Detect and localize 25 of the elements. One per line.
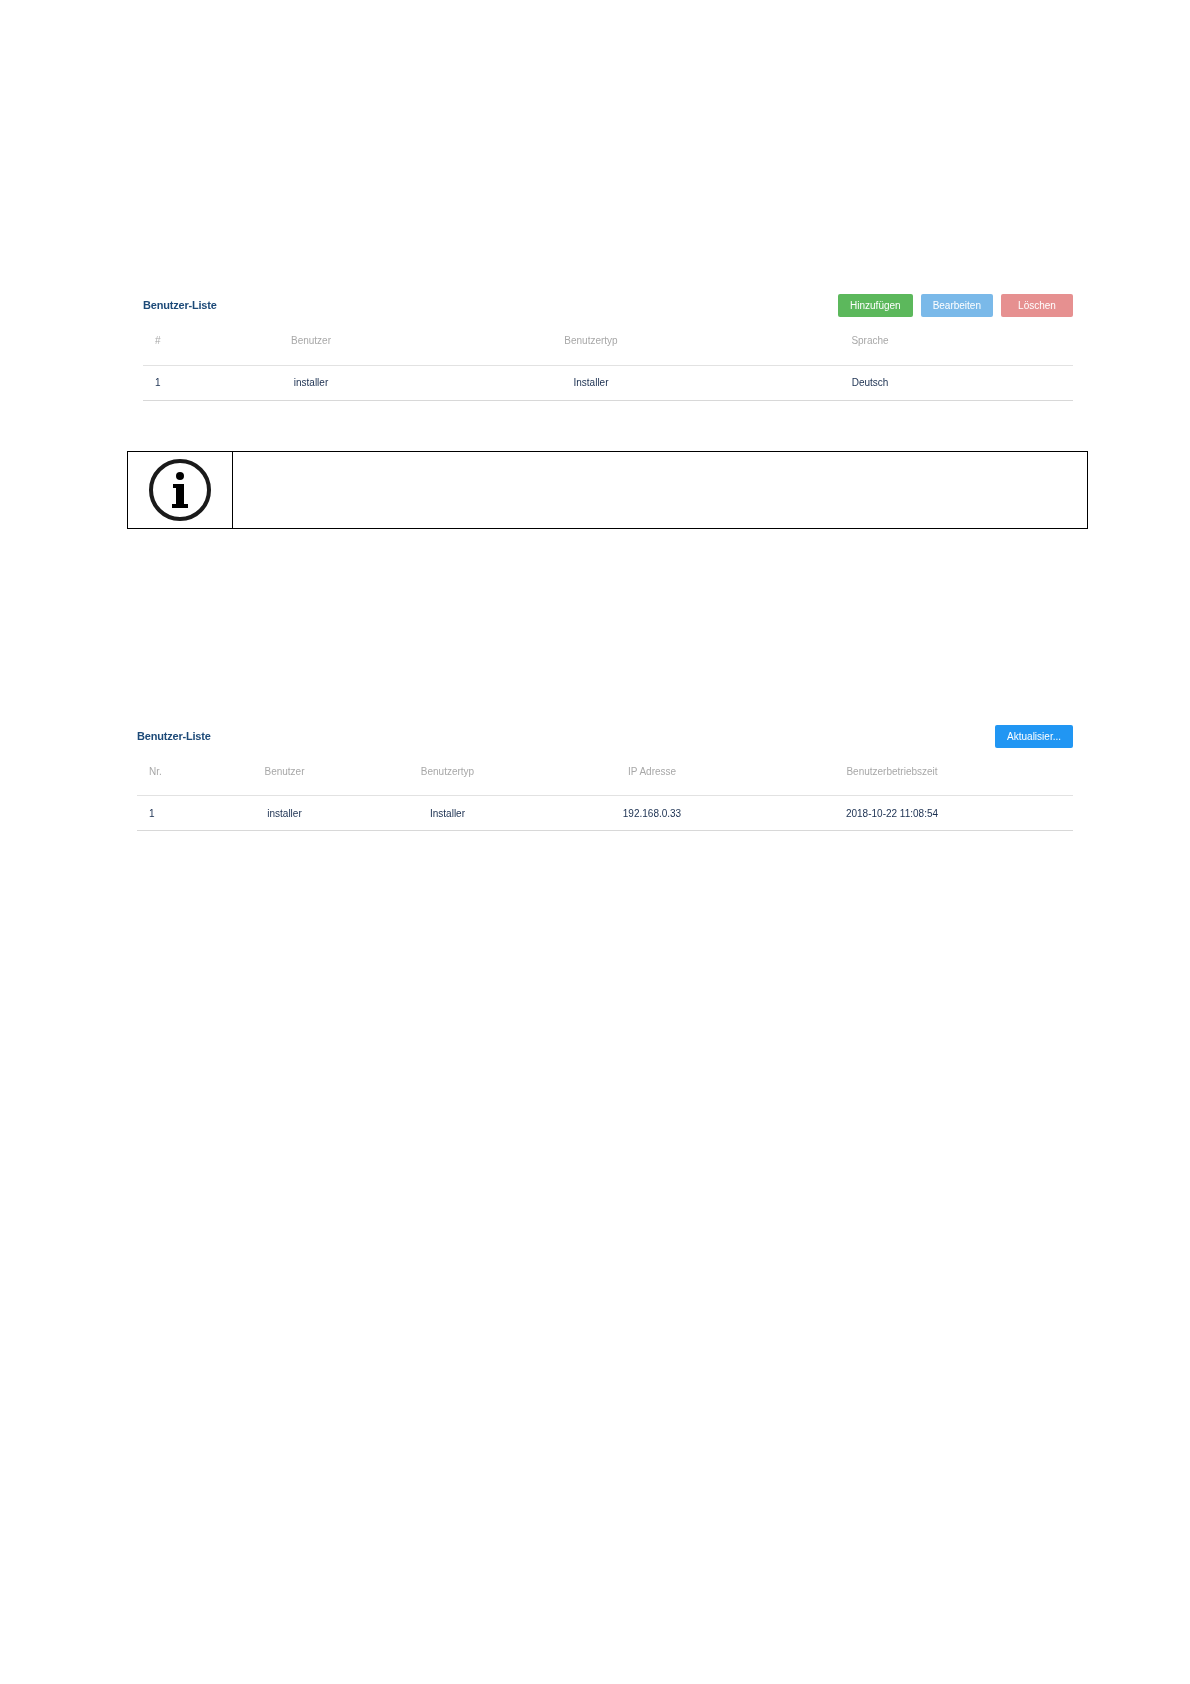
column-header: #	[143, 317, 250, 365]
table-cell: 1	[137, 795, 215, 831]
table-cell: Installer	[354, 795, 541, 831]
column-header: Benutzertyp	[372, 317, 810, 365]
table-cell: 192.168.0.33	[541, 795, 763, 831]
column-header: Sprache	[810, 317, 930, 365]
action-button[interactable]: Bearbeiten	[920, 294, 993, 317]
column-header: Benutzerbetriebszeit	[763, 747, 1021, 796]
column-header: Nr.	[137, 747, 215, 796]
table-cell: 2018-10-22 11:08:54	[763, 795, 1021, 831]
action-button[interactable]: Aktualisier...	[995, 724, 1073, 748]
column-header: Benutzertyp	[354, 747, 541, 796]
action-button[interactable]: Löschen	[1001, 294, 1073, 317]
table-cell: 1	[143, 365, 250, 400]
table-cell: installer	[215, 795, 354, 831]
table-cell: Deutsch	[810, 365, 930, 400]
table-cell: installer	[250, 365, 372, 400]
info-icon	[148, 457, 212, 522]
column-header: IP Adresse	[541, 747, 763, 796]
column-header: Benutzer	[215, 747, 354, 796]
panel-title: Benutzer-Liste	[143, 298, 217, 314]
column-header: Benutzer	[250, 317, 372, 365]
action-button[interactable]: Hinzufügen	[838, 294, 913, 317]
table-cell: Installer	[372, 365, 810, 400]
panel-title: Benutzer-Liste	[137, 728, 211, 744]
